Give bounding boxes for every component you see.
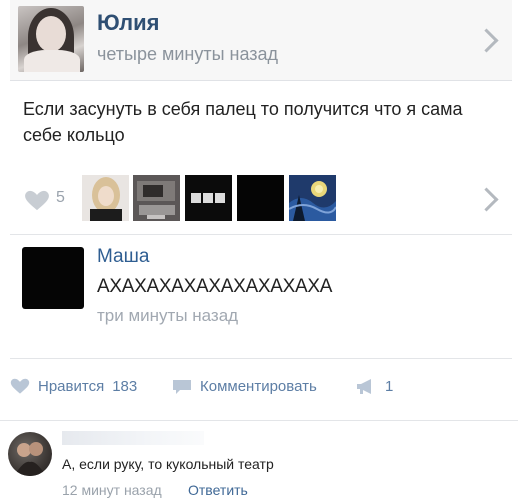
liker-photo[interactable]: [289, 175, 336, 221]
comment-label: Комментировать: [200, 378, 317, 395]
like-count[interactable]: 5: [56, 189, 65, 207]
comment-button[interactable]: Комментировать: [172, 378, 317, 395]
commenter-avatar[interactable]: [8, 432, 52, 476]
author-avatar[interactable]: [18, 6, 84, 72]
comment-text: А, если руку, то кукольный театр: [62, 456, 274, 472]
post-text: Если засунуть в себя палец то получится …: [23, 99, 463, 145]
comment-icon: [173, 379, 191, 394]
like-label: Нравится: [38, 378, 105, 395]
like-button[interactable]: Нравится 183: [10, 378, 137, 395]
reply-text: АХАХАХАХАХАХАХАХАХА: [97, 276, 333, 297]
reply-time: три минуты назад: [97, 306, 239, 325]
divider: [0, 420, 518, 421]
liker-photo[interactable]: [237, 175, 284, 221]
liker-photo[interactable]: [133, 175, 180, 221]
divider: [10, 234, 512, 235]
censored-name: [62, 431, 204, 445]
like-total: 183: [112, 378, 138, 395]
liker-photo[interactable]: [185, 175, 232, 221]
reply-author-name[interactable]: Маша: [97, 246, 149, 268]
post-header[interactable]: [10, 0, 512, 81]
reply-avatar[interactable]: [22, 247, 84, 309]
share-button[interactable]: 1: [355, 378, 393, 395]
liker-photo[interactable]: [82, 175, 129, 221]
heart-icon[interactable]: [23, 190, 51, 212]
share-megaphone-icon: [357, 379, 371, 394]
heart-icon: [10, 378, 30, 394]
post-time: четыре минуты назад: [97, 44, 279, 64]
comment-time: 12 минут назад: [62, 482, 162, 498]
share-count: 1: [385, 378, 394, 395]
author-name[interactable]: Юлия: [97, 10, 159, 36]
reply-link[interactable]: Ответить: [188, 482, 248, 498]
divider: [10, 358, 512, 359]
